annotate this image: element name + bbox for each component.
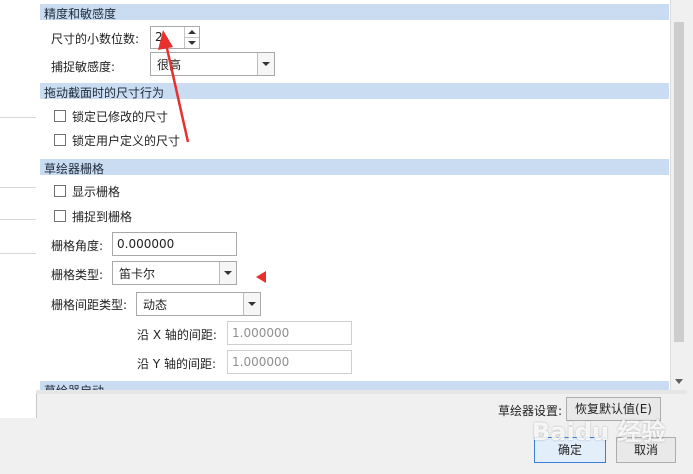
red-arrow-icon	[158, 30, 190, 143]
red-triangle-marker-icon	[256, 271, 266, 283]
baidu-watermark: Baidu 经验	[532, 418, 666, 446]
